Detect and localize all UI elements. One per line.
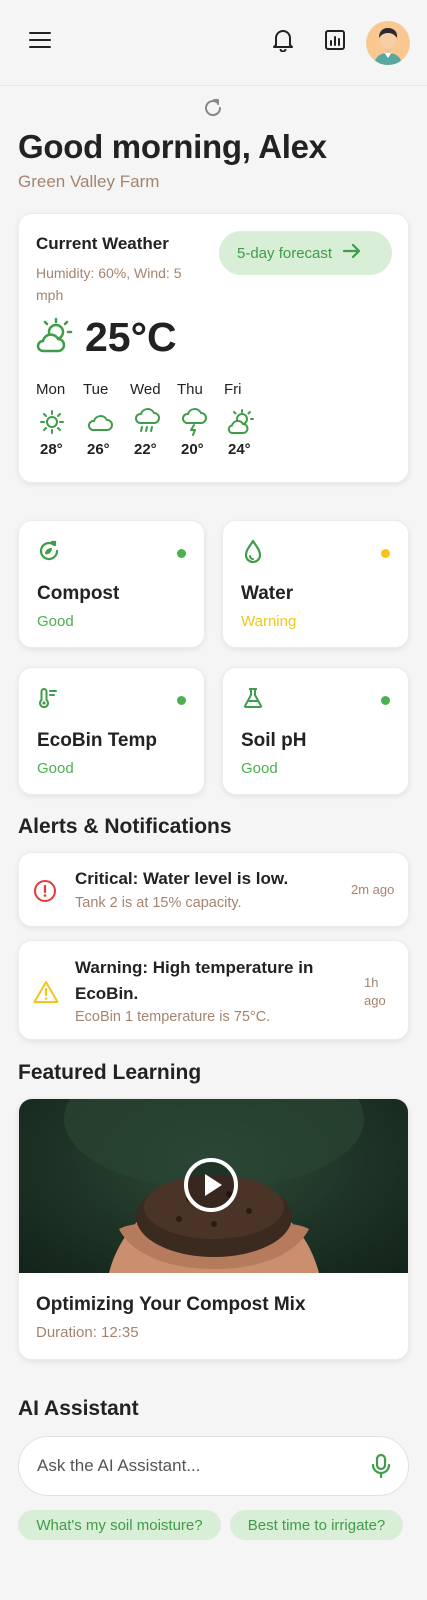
day-name: Thu bbox=[177, 381, 203, 398]
forecast-day: Mon 28° bbox=[36, 381, 83, 458]
status-name: EcoBin Temp bbox=[37, 730, 157, 751]
forecast-day: Wed 22° bbox=[130, 381, 177, 458]
microphone-icon[interactable] bbox=[370, 1453, 392, 1484]
status-name: Compost bbox=[37, 583, 120, 604]
status-card-ecobin-temp[interactable]: EcoBin Temp Good bbox=[18, 667, 205, 795]
weather-title: Current Weather bbox=[36, 234, 169, 253]
learning-section-title: Featured Learning bbox=[18, 1061, 202, 1084]
day-temp: 22° bbox=[134, 441, 157, 458]
status-value: Good bbox=[37, 760, 74, 777]
alert-title: Warning: High temperature in EcoBin. bbox=[75, 958, 314, 1003]
alert-item-critical[interactable]: Critical: Water level is low. Tank 2 is … bbox=[18, 852, 409, 927]
rain-icon bbox=[130, 405, 161, 439]
video-thumbnail[interactable] bbox=[19, 1099, 408, 1273]
assistant-input-container bbox=[18, 1436, 409, 1496]
current-temperature: 25°C bbox=[85, 314, 177, 360]
thermometer-icon bbox=[37, 686, 61, 715]
alert-description: EcoBin 1 temperature is 75°C. bbox=[75, 1009, 271, 1025]
forecast-day: Thu 20° bbox=[177, 381, 224, 458]
video-duration: Duration: 12:35 bbox=[36, 1324, 139, 1341]
day-temp: 28° bbox=[40, 441, 63, 458]
bar-chart-icon[interactable] bbox=[315, 20, 355, 60]
alert-description: Tank 2 is at 15% capacity. bbox=[75, 895, 242, 911]
featured-video-card[interactable]: Optimizing Your Compost Mix Duration: 12… bbox=[18, 1098, 409, 1360]
forecast-days: Mon 28° Tue 26° Wed 22° Thu 20° Fri 24° bbox=[36, 381, 271, 458]
user-avatar[interactable] bbox=[366, 21, 410, 65]
water-drop-icon bbox=[241, 539, 265, 570]
partly-sunny-icon bbox=[36, 317, 74, 359]
refresh-icon[interactable] bbox=[200, 95, 226, 121]
assistant-section-title: AI Assistant bbox=[18, 1397, 139, 1420]
alert-time: 2m ago bbox=[351, 882, 395, 897]
day-temp: 26° bbox=[87, 441, 110, 458]
status-name: Water bbox=[241, 583, 294, 604]
arrow-right-icon bbox=[342, 242, 362, 264]
warning-triangle-icon bbox=[33, 980, 59, 1009]
day-name: Tue bbox=[83, 381, 109, 398]
day-temp: 20° bbox=[181, 441, 204, 458]
greeting: Good morning, Alex bbox=[18, 128, 327, 165]
status-value: Warning bbox=[241, 613, 297, 630]
partly-sunny-icon bbox=[224, 405, 255, 439]
alert-time: 1h ago bbox=[364, 975, 386, 1008]
status-dot bbox=[177, 549, 186, 558]
suggestion-chip[interactable]: Best time to irrigate? bbox=[230, 1510, 403, 1540]
day-name: Wed bbox=[130, 381, 161, 398]
status-dot bbox=[177, 696, 186, 705]
video-title: Optimizing Your Compost Mix bbox=[36, 1294, 306, 1315]
compost-icon bbox=[37, 539, 61, 568]
status-card-water[interactable]: Water Warning bbox=[222, 520, 409, 648]
flask-icon bbox=[241, 686, 265, 715]
status-value: Good bbox=[37, 613, 74, 630]
status-dot bbox=[381, 549, 390, 558]
status-dot bbox=[381, 696, 390, 705]
status-value: Good bbox=[241, 760, 278, 777]
day-name: Fri bbox=[224, 381, 242, 398]
alert-item-warning[interactable]: Warning: High temperature in EcoBin. Eco… bbox=[18, 940, 409, 1040]
forecast-day: Fri 24° bbox=[224, 381, 271, 458]
menu-icon[interactable] bbox=[20, 20, 60, 60]
alert-title: Critical: Water level is low. bbox=[75, 869, 289, 888]
status-card-compost[interactable]: Compost Good bbox=[18, 520, 205, 648]
day-name: Mon bbox=[36, 381, 66, 398]
alerts-section-title: Alerts & Notifications bbox=[18, 815, 232, 838]
farm-name: Green Valley Farm bbox=[18, 172, 160, 191]
storm-icon bbox=[177, 405, 208, 439]
weather-card[interactable]: Current Weather Humidity: 60%, Wind: 5 m… bbox=[18, 213, 409, 483]
forecast-button[interactable]: 5-day forecast bbox=[219, 231, 392, 275]
assistant-input[interactable] bbox=[37, 1456, 357, 1476]
bell-icon[interactable] bbox=[263, 20, 303, 60]
status-name: Soil pH bbox=[241, 730, 307, 751]
play-icon[interactable] bbox=[183, 1157, 239, 1213]
forecast-button-label: 5-day forecast bbox=[237, 244, 333, 262]
weather-subtitle: Humidity: 60%, Wind: 5 mph bbox=[36, 265, 182, 303]
sun-icon bbox=[36, 405, 65, 439]
top-bar bbox=[0, 0, 427, 86]
forecast-day: Tue 26° bbox=[83, 381, 130, 458]
cloud-icon bbox=[83, 405, 114, 439]
day-temp: 24° bbox=[228, 441, 251, 458]
status-card-soil-ph[interactable]: Soil pH Good bbox=[222, 667, 409, 795]
suggestion-chip[interactable]: What's my soil moisture? bbox=[18, 1510, 221, 1540]
error-circle-icon bbox=[33, 879, 57, 908]
